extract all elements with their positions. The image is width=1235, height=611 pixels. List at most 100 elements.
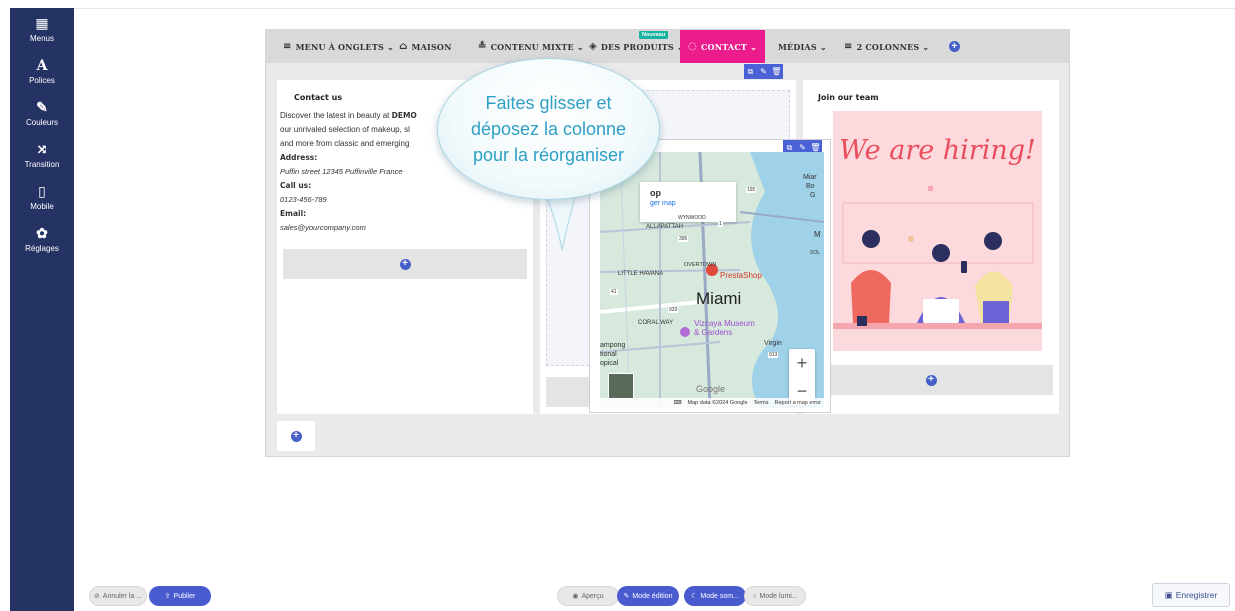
- add-menu-button[interactable]: +: [949, 30, 960, 63]
- menu-item-label: CONTENU MIXTE: [490, 41, 574, 52]
- area-label: M: [814, 230, 821, 239]
- gear-icon: ✿: [36, 225, 48, 242]
- sidebar-item-transition[interactable]: ⤨ Transition: [10, 134, 74, 176]
- sidebar-item-label: Couleurs: [25, 117, 58, 127]
- brand-name: DEMO: [391, 111, 417, 120]
- road-shield: 913: [768, 352, 779, 358]
- pencil-icon: ✎: [623, 593, 630, 600]
- menu-item-products[interactable]: ◈ DES PRODUITS ⌄: [589, 30, 684, 63]
- menu-item-media[interactable]: MÉDIAS ⌄: [778, 30, 827, 63]
- place-title: op: [650, 188, 661, 198]
- google-map[interactable]: op ger map ALLAPATTAH WYNWOOD OVERTOWN L…: [600, 152, 824, 408]
- area-label: Miar: [803, 174, 817, 181]
- area-label: opical: [600, 360, 619, 367]
- preview-button[interactable]: ◉ Aperçu: [557, 586, 619, 606]
- add-block-button[interactable]: +: [809, 365, 1053, 395]
- address-label: Address:: [280, 153, 318, 162]
- menu-item-label: CONTACT: [700, 41, 748, 52]
- area-label: tional: [600, 351, 617, 358]
- road-shield: 41: [610, 289, 618, 295]
- area-label: SOL: [810, 250, 821, 256]
- editor-sidebar: ▦ Menus A Polices ✎ Couleurs ⤨ Transitio…: [10, 8, 74, 611]
- area-label: Virgin: [764, 340, 782, 347]
- area-label: Bo: [806, 183, 815, 190]
- tooltip-bubble: Faites glisser et déposez la colonne pou…: [437, 58, 660, 200]
- edit-icon[interactable]: ✎: [757, 64, 770, 79]
- light-mode-button[interactable]: ○ Mode lumi...: [744, 586, 806, 606]
- contact-intro: Discover the latest in beauty at: [280, 111, 392, 120]
- moon-icon: ☾: [691, 593, 698, 600]
- area-label: ampong: [600, 342, 626, 349]
- sidebar-item-polices[interactable]: A Polices: [10, 50, 74, 92]
- column-toolbar: ⧉ ✎ 🗑: [744, 64, 783, 79]
- zoom-control: + −: [789, 349, 815, 405]
- menu-item-contact[interactable]: ◌ CONTACT ⌄: [680, 30, 765, 63]
- duplicate-icon[interactable]: ⧉: [744, 64, 757, 79]
- sidebar-item-couleurs[interactable]: ✎ Couleurs: [10, 92, 74, 134]
- street-view-thumbnail[interactable]: [608, 373, 634, 399]
- delete-icon[interactable]: 🗑: [770, 64, 783, 79]
- area-label: OVERTOWN: [684, 262, 717, 268]
- road-shield: 195: [746, 187, 757, 193]
- edit-mode-button[interactable]: ✎ Mode édition: [617, 586, 679, 606]
- add-block-button[interactable]: +: [283, 249, 527, 279]
- chevron-down-icon: ⌄: [819, 41, 827, 52]
- filter-icon: ≛: [478, 41, 487, 52]
- area-label: WYNWOOD: [678, 215, 706, 221]
- save-label: Enregistrer: [1175, 590, 1218, 600]
- save-button[interactable]: ▣ Enregistrer: [1152, 583, 1230, 607]
- sidebar-item-menus[interactable]: ▦ Menus: [10, 8, 74, 50]
- menu-item-two-columns[interactable]: ≡ 2 COLONNES ⌄: [844, 30, 929, 63]
- keyboard-icon[interactable]: ⌨: [674, 400, 682, 406]
- google-logo: Google: [696, 384, 726, 394]
- plus-icon: +: [925, 374, 937, 386]
- brush-icon: ✎: [36, 99, 48, 116]
- hiring-illustration: [833, 186, 1042, 329]
- road-shield: 1: [718, 221, 723, 227]
- diamond-icon: ◈: [589, 41, 597, 52]
- sidebar-item-label: Menus: [29, 33, 54, 43]
- undo-label: Annuler la ...: [102, 592, 143, 600]
- chat-icon: ◌: [688, 41, 697, 52]
- edit-mode-label: Mode édition: [632, 592, 673, 600]
- list-icon: ≡: [283, 41, 292, 52]
- mobile-icon: ▯: [38, 183, 46, 200]
- preview-label: Aperçu: [581, 592, 604, 600]
- larger-map-link[interactable]: ger map: [650, 200, 676, 207]
- area-label: G: [810, 192, 816, 199]
- undo-button[interactable]: ⊘ Annuler la ...: [89, 586, 147, 606]
- list-icon: ≡: [844, 41, 853, 52]
- menu-item-tabs[interactable]: ≡ MENU À ONGLETS ⌄: [283, 30, 394, 63]
- report-error-link[interactable]: Report a map error: [775, 400, 821, 406]
- terms-link[interactable]: Terms: [754, 400, 769, 406]
- sidebar-item-label: Mobile: [30, 201, 54, 211]
- publish-button[interactable]: ⇪ Publier: [149, 586, 211, 606]
- new-badge: Nouveau: [639, 31, 669, 39]
- call-label: Call us:: [280, 181, 312, 190]
- chevron-down-icon: ⌄: [922, 41, 930, 52]
- poi-label: & Gardens: [694, 328, 733, 337]
- area-label: LITTLE HAVANA: [618, 271, 664, 277]
- chevron-down-icon: ⌄: [750, 41, 757, 52]
- zoom-in-button[interactable]: +: [789, 349, 815, 377]
- sidebar-item-reglages[interactable]: ✿ Réglages: [10, 218, 74, 260]
- bottom-toolbar: ⊘ Annuler la ... ⇪ Publier ◉ Aperçu ✎ Mo…: [83, 582, 1235, 611]
- sidebar-item-mobile[interactable]: ▯ Mobile: [10, 176, 74, 218]
- sidebar-item-label: Réglages: [25, 243, 59, 253]
- home-icon: ⌂: [399, 41, 408, 52]
- bubble-line: déposez la colonne: [470, 119, 627, 139]
- pin-label: PrestaShop: [720, 271, 762, 280]
- bubble-line: Faites glisser et: [485, 93, 612, 113]
- top-divider: [74, 8, 1235, 9]
- add-column-button[interactable]: +: [277, 421, 315, 451]
- road-shield: 933: [668, 307, 679, 313]
- road-shield: 395: [678, 236, 689, 242]
- column-title: Contact us: [294, 93, 343, 102]
- area-label: CORAL WAY: [638, 320, 674, 326]
- menu-item-home[interactable]: ⌂ MAISON: [399, 30, 452, 63]
- dark-mode-button[interactable]: ☾ Mode som...: [684, 586, 746, 606]
- poi-label: Vizcaya Museum: [694, 319, 755, 328]
- cancel-icon: ⊘: [93, 593, 100, 600]
- sidebar-item-label: Polices: [29, 75, 55, 85]
- menu-item-label: 2 COLONNES: [856, 41, 920, 52]
